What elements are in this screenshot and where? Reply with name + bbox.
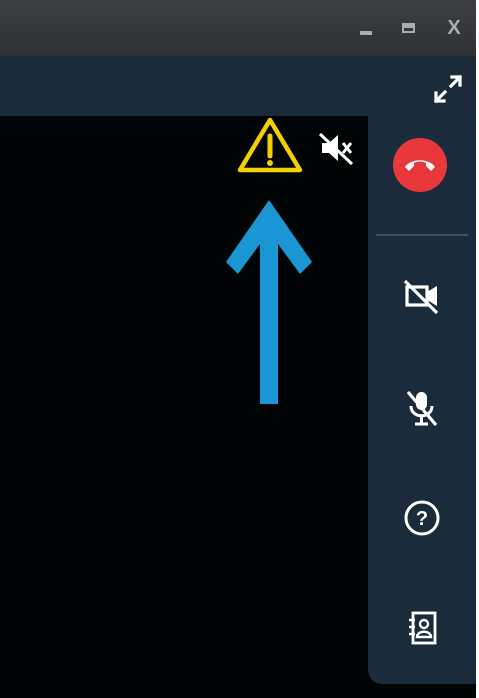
panel-divider (376, 234, 468, 236)
help-icon: ? (404, 500, 440, 536)
expand-arrows-icon[interactable] (431, 72, 465, 106)
call-toolbar (0, 56, 476, 116)
close-button[interactable]: X (440, 14, 468, 42)
title-bar: X (0, 0, 476, 56)
minimize-icon (360, 31, 372, 35)
microphone-toggle-button[interactable] (392, 378, 452, 438)
remote-video-area (0, 116, 370, 698)
contacts-button[interactable] (392, 598, 452, 658)
warning-triangle-icon[interactable] (236, 116, 304, 174)
contact-book-icon (409, 611, 437, 645)
help-button[interactable]: ? (392, 488, 452, 548)
phone-hangup-icon (405, 160, 435, 171)
camera-toggle-button[interactable] (392, 266, 452, 326)
hangup-button[interactable] (393, 138, 447, 192)
camera-off-icon (403, 279, 439, 315)
svg-text:?: ? (416, 508, 428, 530)
minimize-button[interactable] (352, 14, 380, 42)
close-icon: X (447, 17, 461, 39)
arrow-up-icon (226, 200, 312, 404)
call-controls-panel: ? (368, 116, 476, 684)
maximize-button[interactable] (394, 14, 422, 42)
speaker-muted-icon[interactable] (316, 128, 356, 168)
maximize-icon (401, 23, 415, 33)
mic-muted-icon (406, 390, 438, 427)
video-call-window: X ? (0, 0, 476, 698)
